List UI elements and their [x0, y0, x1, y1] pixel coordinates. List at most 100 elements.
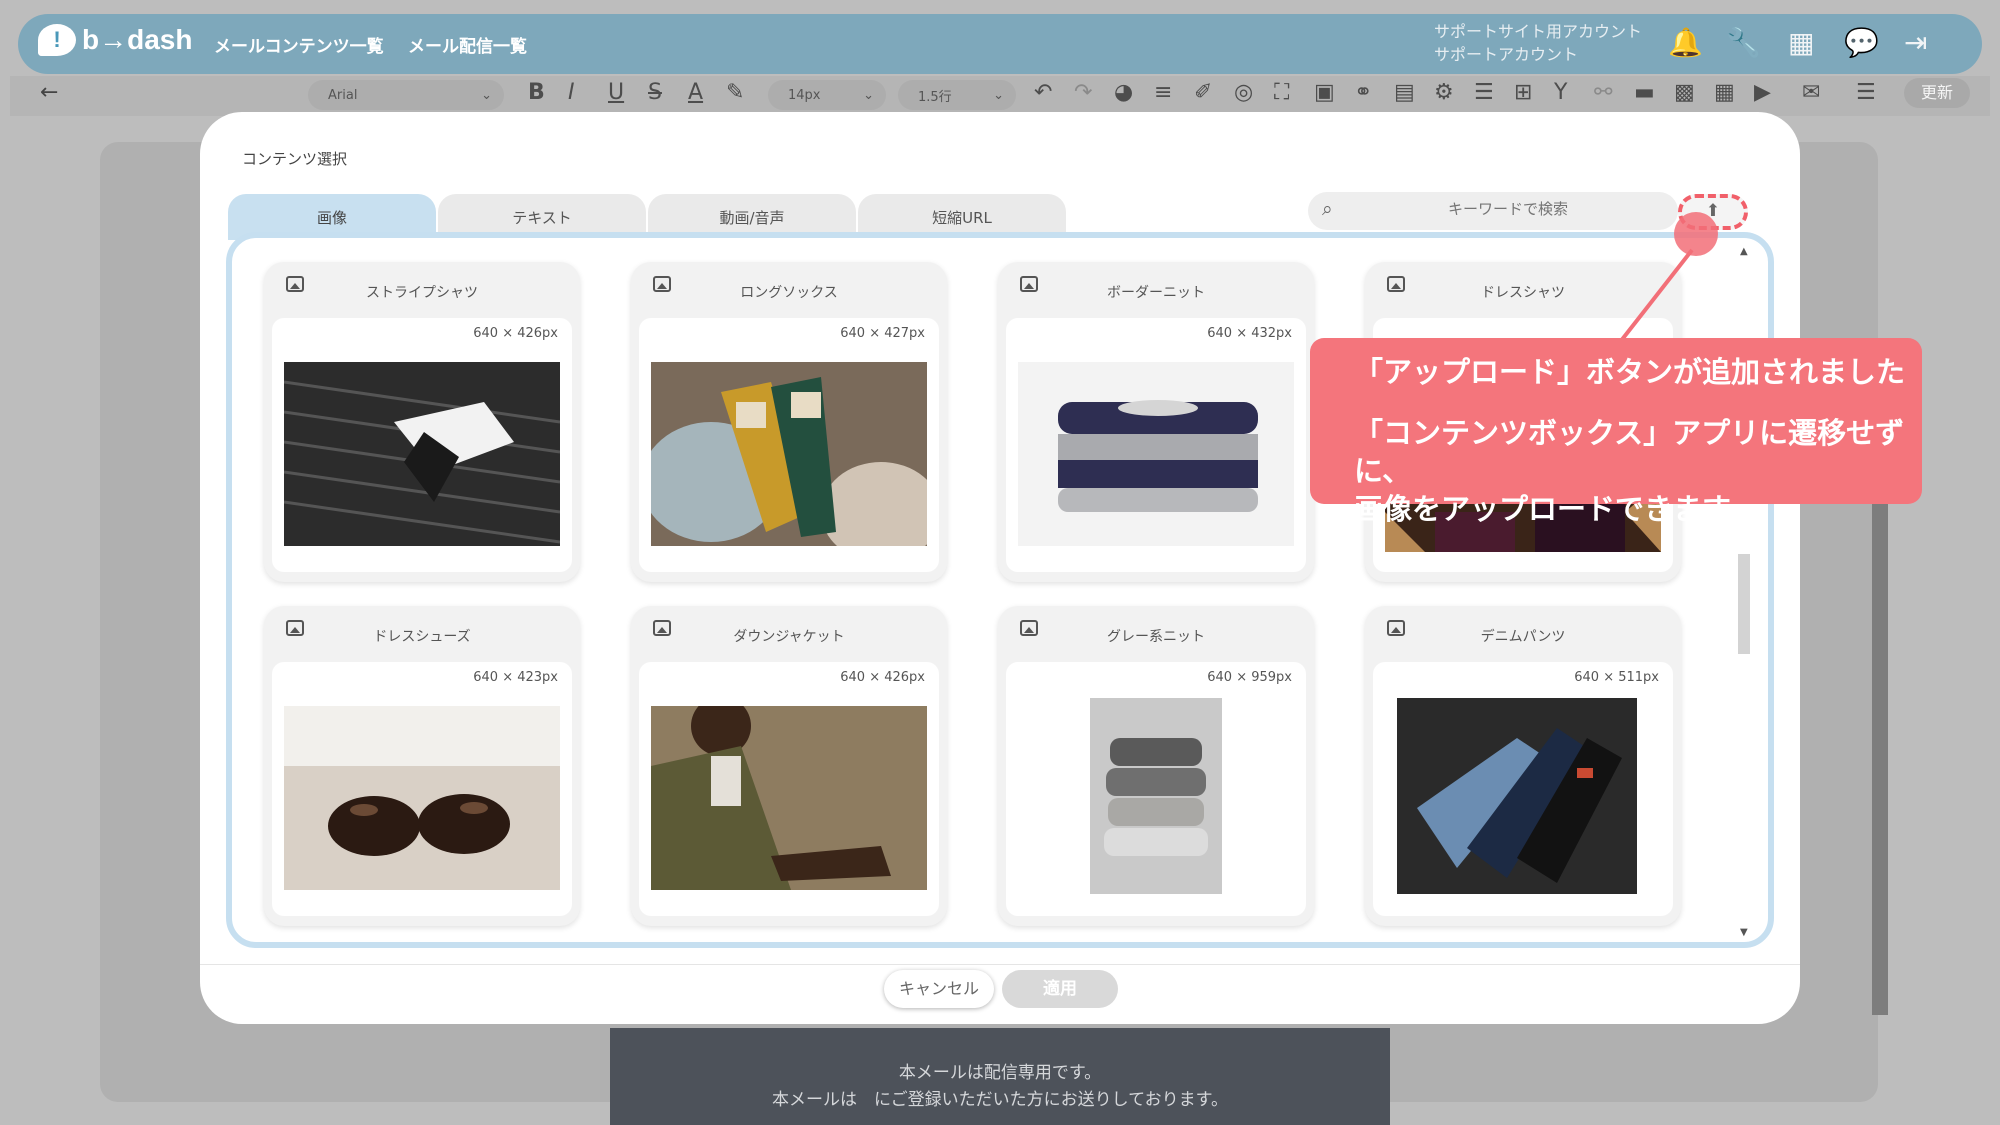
callout-headline: 「アップロード」ボタンが追加されました [1354, 355, 1906, 389]
account-site-label: サポートサイト用アカウント [1434, 22, 1643, 41]
image-card[interactable]: ボーダーニット 640 × 432px [998, 262, 1314, 582]
image-preview-panel: 640 × 423px [272, 662, 572, 916]
wrench-icon[interactable]: 🔧 [1726, 28, 1761, 58]
text-color-icon[interactable]: A [688, 80, 703, 106]
callout-pointer-dot [1674, 212, 1718, 256]
image-card[interactable]: ストライプシャツ 640 × 426px [264, 262, 580, 582]
logout-icon[interactable]: ⇥ [1904, 28, 1927, 58]
profile-card-icon[interactable]: ▩ [1674, 80, 1695, 106]
image-preview-panel: 640 × 511px [1373, 662, 1673, 916]
scroll-up-icon[interactable]: ▲ [1740, 246, 1748, 257]
image-dimensions: 640 × 427px [840, 326, 925, 341]
app-logo[interactable]: ! b→dash [38, 24, 192, 56]
editor-scrollbar[interactable] [1872, 500, 1888, 1015]
font-family-select[interactable]: Arial ⌄ [308, 80, 504, 110]
tab-short-url[interactable]: 短縮URL [858, 194, 1066, 234]
striped-shirt-thumbnail [284, 362, 560, 546]
link-icon[interactable]: ⚭ [1354, 80, 1372, 106]
modal-footer-divider [200, 964, 1800, 965]
content-select-modal: コンテンツ選択 画像 テキスト 動画/音声 短縮URL ⌕ ⬆ ストライプシャツ… [200, 112, 1800, 1024]
font-size-select[interactable]: 14px ⌄ [768, 80, 886, 110]
image-card[interactable]: グレー系ニット 640 × 959px [998, 606, 1314, 926]
image-card[interactable]: ロングソックス 640 × 427px [631, 262, 947, 582]
chevron-down-icon: ⌄ [481, 87, 492, 103]
search-icon: ⌕ [1322, 198, 1333, 220]
divider-block-icon[interactable]: ▬ [1634, 80, 1655, 106]
target-icon[interactable]: ◎ [1234, 80, 1253, 106]
image-name: ドレスシャツ [1481, 285, 1565, 301]
database-icon[interactable]: ☰ [1474, 80, 1494, 106]
bold-icon[interactable]: B [528, 80, 545, 106]
scroll-thumb[interactable] [1738, 554, 1750, 654]
nav-mail-contents-list[interactable]: メールコンテンツ一覧 [214, 32, 384, 57]
tab-video-audio[interactable]: 動画/音声 [648, 194, 856, 234]
image-preview-panel: 640 × 959px [1006, 662, 1306, 916]
search-input[interactable] [1358, 200, 1658, 218]
dress-shoes-thumbnail [284, 706, 560, 890]
image-card[interactable]: デニムパンツ 640 × 511px [1365, 606, 1681, 926]
long-socks-thumbnail [651, 362, 927, 546]
line-height-select[interactable]: 1.5行 ⌄ [898, 80, 1016, 110]
image-card[interactable]: ダウンジャケット 640 × 426px [631, 606, 947, 926]
video-play-icon[interactable]: ▶ [1754, 80, 1771, 106]
down-jacket-thumbnail [651, 706, 927, 890]
image-dimensions: 640 × 426px [840, 670, 925, 685]
scroll-down-icon[interactable]: ▼ [1740, 927, 1748, 938]
back-arrow-icon[interactable]: ← [40, 80, 58, 105]
image-name: ダウンジャケット [733, 629, 845, 645]
highlight-icon[interactable]: ✎ [726, 80, 744, 106]
image-preview-panel: 640 × 427px [639, 318, 939, 572]
gray-knit-thumbnail [1090, 698, 1222, 894]
logo-bubble-icon: ! [38, 24, 76, 56]
calendar-icon[interactable]: ▤ [1394, 80, 1415, 106]
palette-icon[interactable]: ◕ [1114, 80, 1133, 106]
list-icon[interactable]: ☰ [1856, 80, 1876, 106]
image-card[interactable]: ドレスシューズ 640 × 423px [264, 606, 580, 926]
pen-icon[interactable]: ✐ [1194, 80, 1212, 106]
underline-icon[interactable]: U [608, 80, 624, 106]
tab-text[interactable]: テキスト [438, 194, 646, 234]
line-height-value: 1.5行 [918, 89, 952, 105]
image-name: ドレスシューズ [373, 629, 471, 645]
settings-gears-icon[interactable]: ⚙ [1434, 80, 1454, 106]
image-name: ボーダーニット [1107, 285, 1205, 301]
fullscreen-icon[interactable]: ⛶ [1274, 80, 1289, 106]
account-info[interactable]: サポートサイト用アカウント サポートアカウント [1434, 20, 1642, 66]
align-icon[interactable]: ≡ [1154, 80, 1172, 106]
image-name: ロングソックス [740, 285, 838, 301]
redo-icon[interactable]: ↷ [1074, 80, 1092, 106]
grid-menu-icon[interactable]: ▦ [1788, 28, 1814, 58]
nav-mail-delivery-list[interactable]: メール配信一覧 [408, 32, 527, 57]
image-dimensions: 640 × 426px [473, 326, 558, 341]
callout-description-2: 画像をアップロードできます [1354, 492, 1732, 526]
undo-icon[interactable]: ↶ [1034, 80, 1052, 106]
mail-icon[interactable]: ✉ [1802, 80, 1820, 106]
logo-text: b→dash [82, 24, 193, 55]
chevron-down-icon: ⌄ [863, 87, 874, 103]
image-preview-panel: 640 × 426px [272, 318, 572, 572]
layout-icon[interactable]: ▦ [1714, 80, 1735, 106]
image-preview-panel: 640 × 432px [1006, 318, 1306, 572]
font-size-value: 14px [788, 87, 821, 103]
merge-icon[interactable]: Y [1554, 80, 1567, 106]
image-name: グレー系ニット [1107, 629, 1205, 645]
image-dimensions: 640 × 959px [1207, 670, 1292, 685]
footer-line-1: 本メールは配信専用です。 [898, 1063, 1102, 1083]
apply-button[interactable]: 適用 [1002, 970, 1118, 1008]
image-icon[interactable]: ▣ [1314, 80, 1335, 106]
image-name: ストライプシャツ [366, 285, 478, 301]
update-button[interactable]: 更新 [1904, 78, 1970, 108]
chat-bubble-icon[interactable]: 💬 [1844, 28, 1879, 58]
image-dimensions: 640 × 423px [473, 670, 558, 685]
italic-icon[interactable]: I [568, 80, 575, 106]
add-block-icon[interactable]: ⊞ [1514, 80, 1532, 106]
border-knit-thumbnail [1018, 362, 1294, 546]
bell-icon[interactable]: 🔔 [1668, 28, 1703, 58]
strikethrough-icon[interactable]: S [648, 80, 662, 106]
cancel-button[interactable]: キャンセル [884, 970, 994, 1008]
modal-title: コンテンツ選択 [242, 150, 348, 168]
footer-line-2: 本メールは にご登録いただいた方にお送りしております。 [772, 1090, 1228, 1110]
image-dimensions: 640 × 432px [1207, 326, 1292, 341]
search-box: ⌕ [1308, 192, 1678, 230]
unlink-icon[interactable]: ⚯ [1594, 80, 1612, 106]
